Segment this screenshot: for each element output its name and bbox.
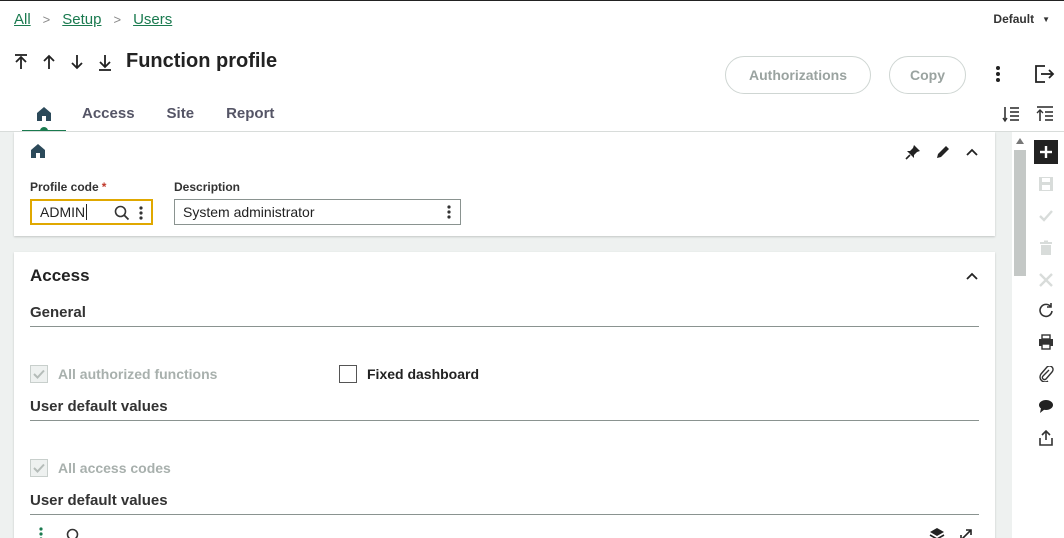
print-icon[interactable] — [1034, 330, 1058, 354]
tab-site[interactable]: Site — [151, 100, 211, 132]
profile-selector-value: Default — [993, 12, 1035, 26]
all-access-codes-checkbox[interactable]: All access codes — [30, 459, 171, 477]
exit-icon[interactable] — [1033, 63, 1055, 90]
first-record-icon[interactable] — [14, 52, 28, 72]
validate-icon[interactable] — [1034, 204, 1058, 228]
home-icon — [30, 143, 46, 164]
authorizations-button[interactable]: Authorizations — [725, 56, 871, 94]
checkbox-box — [30, 459, 48, 477]
more-vertical-icon[interactable] — [446, 204, 452, 223]
breadcrumb-setup[interactable]: Setup — [62, 11, 101, 28]
home-icon — [37, 107, 51, 121]
description-input[interactable]: System administrator — [174, 199, 461, 225]
chevron-up-icon[interactable] — [965, 145, 979, 164]
edit-icon[interactable] — [935, 144, 951, 165]
profile-code-value: ADMIN — [40, 204, 86, 220]
more-vertical-icon[interactable] — [991, 64, 1005, 89]
breadcrumb-separator: > — [42, 12, 51, 27]
collapse-all-icon[interactable] — [1036, 105, 1054, 128]
search-icon[interactable] — [114, 205, 130, 224]
required-marker: * — [101, 180, 107, 194]
breadcrumb-all[interactable]: All — [14, 11, 31, 28]
user-default-values-subtitle-2: User default values — [30, 492, 979, 515]
top-border — [0, 0, 1064, 1]
block-tools — [905, 144, 979, 165]
right-action-bar — [1028, 132, 1064, 538]
profile-code-label-text: Profile code — [30, 180, 99, 194]
checkbox-box — [339, 365, 357, 383]
tab-report[interactable]: Report — [210, 100, 290, 132]
access-section: Access General All authorized functions … — [14, 252, 995, 538]
profile-code-input[interactable]: ADMIN — [30, 199, 153, 225]
text-caret — [86, 204, 88, 220]
next-record-icon[interactable] — [70, 52, 84, 72]
more-vertical-icon[interactable] — [138, 205, 144, 224]
header-block: Profile code * ADMIN Description System a… — [14, 132, 995, 236]
layers-icon[interactable] — [929, 527, 945, 538]
breadcrumb-users[interactable]: Users — [133, 11, 172, 28]
comment-icon[interactable] — [1034, 394, 1058, 418]
export-icon[interactable] — [1034, 426, 1058, 450]
checkbox-label: All authorized functions — [58, 366, 218, 382]
tab-bar: Access Site Report — [22, 100, 290, 135]
cancel-icon[interactable] — [1034, 268, 1058, 292]
search-icon[interactable] — [66, 528, 82, 538]
breadcrumb-separator: > — [113, 12, 122, 27]
content-area: Profile code * ADMIN Description System a… — [0, 132, 1028, 538]
general-subtitle: General — [30, 304, 979, 327]
attachment-icon[interactable] — [1034, 362, 1058, 386]
breadcrumb: All > Setup > Users — [14, 11, 172, 28]
copy-button[interactable]: Copy — [889, 56, 966, 94]
save-icon[interactable] — [1034, 172, 1058, 196]
delete-icon[interactable] — [1034, 236, 1058, 260]
tab-access[interactable]: Access — [66, 100, 151, 132]
chevron-up-icon[interactable] — [965, 269, 979, 288]
list-view-icon[interactable] — [1002, 105, 1020, 128]
scroll-thumb[interactable] — [1014, 150, 1026, 276]
user-default-values-subtitle: User default values — [30, 398, 979, 421]
last-record-icon[interactable] — [98, 52, 112, 72]
expand-icon[interactable] — [958, 527, 974, 538]
previous-record-icon[interactable] — [42, 52, 56, 72]
view-options — [1002, 105, 1054, 128]
more-vertical-icon[interactable] — [38, 526, 44, 538]
profile-selector[interactable]: Default ▼ — [993, 12, 1050, 26]
fixed-dashboard-checkbox[interactable]: Fixed dashboard — [339, 365, 479, 383]
add-icon[interactable] — [1034, 140, 1058, 164]
checkbox-box — [30, 365, 48, 383]
description-value: System administrator — [183, 204, 315, 220]
caret-down-icon: ▼ — [1042, 14, 1050, 24]
access-section-title: Access — [30, 266, 90, 285]
page-title: Function profile — [126, 50, 278, 72]
pin-icon[interactable] — [905, 144, 921, 165]
checkbox-label: Fixed dashboard — [367, 366, 480, 382]
scroll-up-arrow[interactable] — [1016, 138, 1024, 144]
refresh-icon[interactable] — [1034, 298, 1058, 322]
tab-home[interactable] — [22, 100, 66, 135]
content-scrollbar[interactable] — [1012, 132, 1028, 538]
checkbox-label: All access codes — [58, 460, 171, 476]
profile-code-label: Profile code * — [30, 180, 106, 194]
description-label: Description — [174, 180, 241, 194]
record-navigation — [14, 52, 112, 72]
all-authorized-functions-checkbox[interactable]: All authorized functions — [30, 365, 217, 383]
